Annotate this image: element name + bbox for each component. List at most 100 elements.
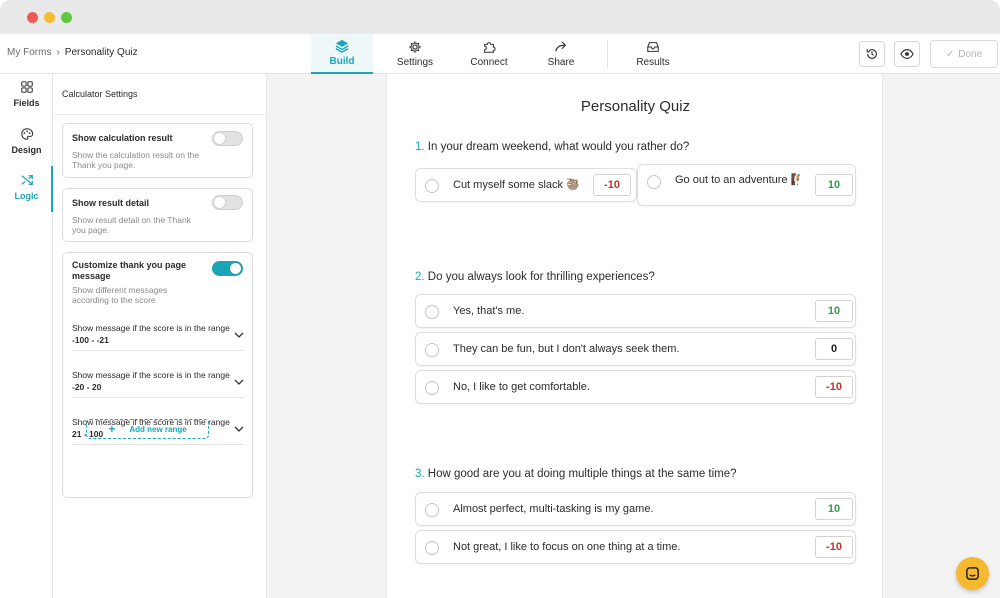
show-detail-title: Show result detail <box>72 198 150 208</box>
rail-logic-label: Logic <box>14 191 39 201</box>
answer-option[interactable]: Go out to an adventure 🧗 10 <box>637 164 856 206</box>
layers-icon <box>335 39 349 53</box>
score-input[interactable]: 0 <box>815 338 853 360</box>
show-result-title: Show calculation result <box>72 133 173 143</box>
breadcrumb-separator: › <box>56 47 60 58</box>
top-bar: My Forms › Personality Quiz Build Settin… <box>0 34 1000 74</box>
range-prefix: Show message if the score is in the rang… <box>72 323 230 333</box>
radio-button[interactable] <box>425 343 439 357</box>
show-result-desc: Show the calculation result on the Thank… <box>72 150 200 170</box>
answer-option[interactable]: Not great, I like to focus on one thing … <box>415 530 856 564</box>
range-row[interactable]: Show message if the score is in the rang… <box>72 369 244 398</box>
radio-button[interactable] <box>425 541 439 555</box>
gear-icon <box>409 41 421 53</box>
maximize-window-button[interactable] <box>61 12 72 23</box>
chat-support-button[interactable] <box>956 557 989 590</box>
radio-button[interactable] <box>425 381 439 395</box>
score-input[interactable]: 10 <box>815 174 853 196</box>
option-label: Yes, that's me. <box>453 305 525 317</box>
chat-icon <box>966 567 979 580</box>
question-text: Do you always look for thrilling experie… <box>427 271 655 283</box>
question-text: In your dream weekend, what would you ra… <box>427 141 690 153</box>
add-range-label: Add new range <box>129 424 187 434</box>
range-prefix: Show message if the score is in the rang… <box>72 370 230 380</box>
show-result-toggle[interactable] <box>212 131 243 146</box>
range-value: -20 - 20 <box>72 382 102 392</box>
breadcrumb-my-forms[interactable]: My Forms <box>7 47 51 58</box>
option-label: Not great, I like to focus on one thing … <box>453 541 681 553</box>
breadcrumb: My Forms › Personality Quiz <box>7 47 138 58</box>
grid-icon <box>20 81 33 93</box>
question-3-label: 3. How good are you at doing multiple th… <box>415 468 737 480</box>
add-range-button[interactable]: + Add new range <box>86 419 209 439</box>
question-text: How good are you at doing multiple thing… <box>427 468 737 480</box>
show-detail-toggle[interactable] <box>212 195 243 210</box>
score-input[interactable]: 10 <box>815 300 853 322</box>
option-label: No, I like to get comfortable. <box>453 381 590 393</box>
answer-option[interactable]: No, I like to get comfortable. -10 <box>415 370 856 404</box>
customize-title: Customize thank you page message <box>72 260 187 281</box>
range-label: Show message if the score is in the rang… <box>72 369 232 393</box>
score-input[interactable]: -10 <box>593 174 631 196</box>
range-row[interactable]: Show message if the score is in the rang… <box>72 322 244 351</box>
minimize-window-button[interactable] <box>44 12 55 23</box>
tab-settings[interactable]: Settings <box>390 34 440 74</box>
nav-divider <box>607 40 608 68</box>
radio-button[interactable] <box>425 503 439 517</box>
radio-button[interactable] <box>425 179 439 193</box>
window-titlebar <box>0 0 1000 34</box>
puzzle-icon <box>484 42 496 53</box>
eye-icon <box>900 49 914 59</box>
tab-share-label: Share <box>547 57 575 68</box>
chevron-down-icon <box>234 332 244 338</box>
history-button[interactable] <box>859 41 885 67</box>
share-arrow-icon <box>555 41 567 52</box>
customize-toggle[interactable] <box>212 261 243 276</box>
chevron-down-icon <box>234 379 244 385</box>
breadcrumb-current: Personality Quiz <box>64 47 138 58</box>
rail-item-fields[interactable]: Fields <box>0 80 53 108</box>
tab-build-label: Build <box>329 56 355 67</box>
tab-build[interactable]: Build <box>311 34 373 74</box>
plus-icon: + <box>108 422 116 436</box>
question-number: 3. <box>415 468 425 480</box>
panel-divider <box>53 114 267 115</box>
form-canvas: Personality Quiz 1. In your dream weeken… <box>267 74 1000 598</box>
option-label: They can be fun, but I don't always seek… <box>453 343 680 355</box>
tab-connect-label: Connect <box>470 57 508 68</box>
panel-title: Calculator Settings <box>62 89 138 99</box>
tab-share[interactable]: Share <box>536 34 586 74</box>
tab-results-label: Results <box>636 57 670 68</box>
rail-fields-label: Fields <box>13 98 40 108</box>
question-2-label: 2. Do you always look for thrilling expe… <box>415 271 655 283</box>
question-number: 2. <box>415 271 425 283</box>
preview-button[interactable] <box>894 41 920 67</box>
tab-settings-label: Settings <box>396 57 434 68</box>
radio-button[interactable] <box>647 175 661 189</box>
rail-item-logic[interactable]: Logic <box>0 173 53 201</box>
rail-item-design[interactable]: Design <box>0 127 53 155</box>
tab-connect[interactable]: Connect <box>464 34 514 74</box>
question-number: 1. <box>415 141 425 153</box>
question-1-label: 1. In your dream weekend, what would you… <box>415 141 689 153</box>
form-preview: Personality Quiz 1. In your dream weeken… <box>386 74 883 598</box>
history-icon <box>866 49 877 59</box>
answer-option[interactable]: Cut myself some slack 🦥 -10 <box>415 168 637 202</box>
tab-results[interactable]: Results <box>628 34 678 74</box>
shuffle-icon <box>20 175 33 185</box>
left-rail: Fields Design Logic <box>0 74 53 598</box>
option-label: Almost perfect, multi-tasking is my game… <box>453 503 654 515</box>
score-input[interactable]: -10 <box>815 376 853 398</box>
answer-option[interactable]: Yes, that's me. 10 <box>415 294 856 328</box>
score-input[interactable]: 10 <box>815 498 853 520</box>
option-label: Cut myself some slack 🦥 <box>453 179 580 191</box>
answer-option[interactable]: They can be fun, but I don't always seek… <box>415 332 856 366</box>
answer-option[interactable]: Almost perfect, multi-tasking is my game… <box>415 492 856 526</box>
form-title: Personality Quiz <box>580 98 691 115</box>
customize-message-card: Customize thank you page message Show di… <box>62 252 253 498</box>
radio-button[interactable] <box>425 305 439 319</box>
calculator-settings-panel: Calculator Settings Show calculation res… <box>53 74 267 598</box>
close-window-button[interactable] <box>27 12 38 23</box>
done-button[interactable]: ✓ Done <box>930 40 998 68</box>
score-input[interactable]: -10 <box>815 536 853 558</box>
